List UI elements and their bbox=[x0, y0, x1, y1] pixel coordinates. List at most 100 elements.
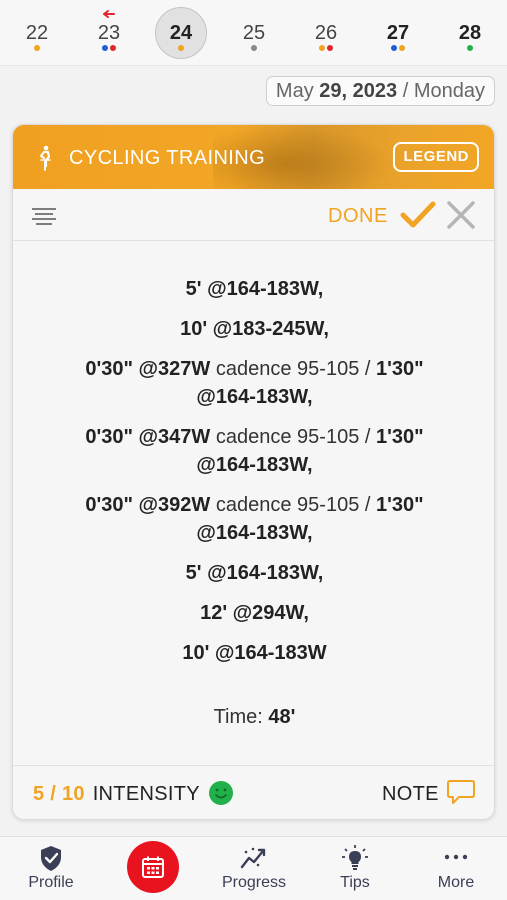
workout-step: 5' @164-183W, bbox=[13, 275, 494, 303]
activity-dot bbox=[327, 45, 333, 51]
intensity-indicator[interactable]: 5 / 10 INTENSITY bbox=[33, 782, 200, 806]
step-recovery-power: @164-183W, bbox=[196, 454, 313, 476]
time-label: Time: bbox=[213, 706, 263, 728]
step-recovery: 1'30" bbox=[376, 358, 424, 380]
workout-step: 12' @294W, bbox=[13, 599, 494, 627]
card-footer: 5 / 10 INTENSITY NOTE bbox=[13, 765, 494, 819]
tab-bar: Profile Progress Tips More bbox=[0, 836, 507, 900]
training-title: CYCLING TRAINING bbox=[69, 147, 266, 169]
day-1[interactable]: 23 bbox=[79, 0, 139, 66]
step-main: 0'30" @347W bbox=[85, 426, 211, 448]
close-icon[interactable] bbox=[445, 199, 477, 231]
date-separator: / bbox=[402, 80, 409, 102]
day-6[interactable]: 28 bbox=[440, 0, 500, 66]
lightbulb-icon bbox=[342, 845, 368, 870]
day-number: 26 bbox=[314, 22, 338, 44]
menu-lines-icon[interactable] bbox=[30, 205, 58, 225]
card-toolbar: DONE bbox=[13, 189, 494, 241]
back-arrow-icon bbox=[103, 10, 115, 18]
step-main: 12' @294W, bbox=[200, 602, 309, 624]
workout-step: 10' @183-245W, bbox=[13, 315, 494, 343]
cyclist-icon bbox=[39, 145, 51, 171]
step-cadence: cadence 95-105 / bbox=[210, 494, 376, 516]
calendar-button[interactable] bbox=[127, 841, 179, 893]
activity-dot bbox=[251, 45, 257, 51]
smiley-face-icon bbox=[209, 781, 233, 805]
date-chip[interactable]: May 29, 2023 / Monday bbox=[265, 76, 495, 106]
tab-more[interactable]: More bbox=[406, 837, 506, 900]
activity-dot bbox=[110, 45, 116, 51]
tab-progress[interactable]: Progress bbox=[204, 837, 304, 900]
week-strip: 22 23 24 25 26 27 28 bbox=[0, 0, 507, 66]
date-weekday: Monday bbox=[413, 80, 485, 102]
workout-time: Time: 48' bbox=[13, 703, 494, 731]
step-recovery-power: @164-183W, bbox=[196, 386, 313, 408]
activity-dot bbox=[399, 45, 405, 51]
day-5[interactable]: 27 bbox=[368, 0, 428, 66]
step-cadence: cadence 95-105 / bbox=[210, 358, 376, 380]
activity-dot bbox=[467, 45, 473, 51]
day-number: 22 bbox=[25, 22, 49, 44]
activity-dot bbox=[178, 45, 184, 51]
day-number: 28 bbox=[458, 22, 482, 44]
day-dots bbox=[368, 45, 428, 51]
day-number: 23 bbox=[97, 22, 121, 44]
intensity-score: 5 / 10 bbox=[33, 783, 85, 805]
tab-profile-label: Profile bbox=[28, 874, 74, 891]
time-value: 48' bbox=[268, 706, 296, 728]
more-dots-icon bbox=[444, 854, 468, 860]
workout-step: 5' @164-183W, bbox=[13, 559, 494, 587]
day-3[interactable]: 25 bbox=[224, 0, 284, 66]
step-main: 0'30" @392W bbox=[85, 494, 211, 516]
activity-dot bbox=[391, 45, 397, 51]
activity-dot bbox=[319, 45, 325, 51]
day-number: 27 bbox=[386, 22, 410, 44]
day-dots bbox=[440, 45, 500, 51]
tab-tips[interactable]: Tips bbox=[305, 837, 405, 900]
card-banner: CYCLING TRAINING LEGEND bbox=[13, 125, 494, 189]
progress-chart-icon bbox=[240, 847, 266, 869]
calendar-icon bbox=[142, 856, 164, 878]
workout-step: 0'30" @392W cadence 95-105 / 1'30" @164-1… bbox=[13, 491, 494, 547]
day-0[interactable]: 22 bbox=[7, 0, 67, 66]
day-2[interactable]: 24 bbox=[151, 0, 211, 66]
step-main: 10' @164-183W bbox=[182, 642, 327, 664]
check-icon[interactable] bbox=[400, 200, 436, 230]
day-number: 25 bbox=[242, 22, 266, 44]
date-month: May bbox=[275, 80, 314, 102]
activity-dot bbox=[34, 45, 40, 51]
day-dots bbox=[224, 45, 284, 51]
workout-step: 0'30" @347W cadence 95-105 / 1'30" @164-1… bbox=[13, 423, 494, 479]
step-main: 5' @164-183W, bbox=[185, 562, 324, 584]
tab-more-label: More bbox=[437, 874, 475, 891]
day-4[interactable]: 26 bbox=[296, 0, 356, 66]
step-cadence: cadence 95-105 / bbox=[210, 426, 376, 448]
step-recovery-power: @164-183W, bbox=[196, 522, 313, 544]
training-card: CYCLING TRAINING LEGEND DONE 5' @164-183… bbox=[12, 124, 495, 820]
activity-dot bbox=[102, 45, 108, 51]
step-main: 10' @183-245W, bbox=[180, 318, 329, 340]
day-dots bbox=[151, 45, 211, 51]
day-number: 24 bbox=[169, 22, 193, 44]
shield-check-icon bbox=[41, 846, 61, 871]
step-recovery: 1'30" bbox=[376, 426, 424, 448]
workout-step: 10' @164-183W bbox=[13, 639, 494, 667]
date-day: 29, bbox=[319, 80, 348, 102]
speech-bubble-icon[interactable] bbox=[446, 778, 476, 806]
workout-steps: 5' @164-183W, 10' @183-245W, 0'30" @327W c… bbox=[13, 275, 494, 679]
done-button[interactable]: DONE bbox=[328, 204, 388, 228]
day-dots bbox=[7, 45, 67, 51]
tab-tips-label: Tips bbox=[340, 874, 370, 891]
tab-profile[interactable]: Profile bbox=[1, 837, 101, 900]
step-main: 0'30" @327W bbox=[85, 358, 211, 380]
step-recovery: 1'30" bbox=[376, 494, 424, 516]
note-button[interactable]: NOTE bbox=[382, 782, 439, 806]
day-dots bbox=[296, 45, 356, 51]
workout-step: 0'30" @327W cadence 95-105 / 1'30" @164-1… bbox=[13, 355, 494, 411]
step-main: 5' @164-183W, bbox=[185, 278, 324, 300]
intensity-label: INTENSITY bbox=[92, 783, 200, 805]
tab-progress-label: Progress bbox=[221, 874, 287, 891]
day-dots bbox=[79, 45, 139, 51]
legend-button[interactable]: LEGEND bbox=[393, 142, 479, 172]
date-year: 2023 bbox=[352, 80, 398, 102]
